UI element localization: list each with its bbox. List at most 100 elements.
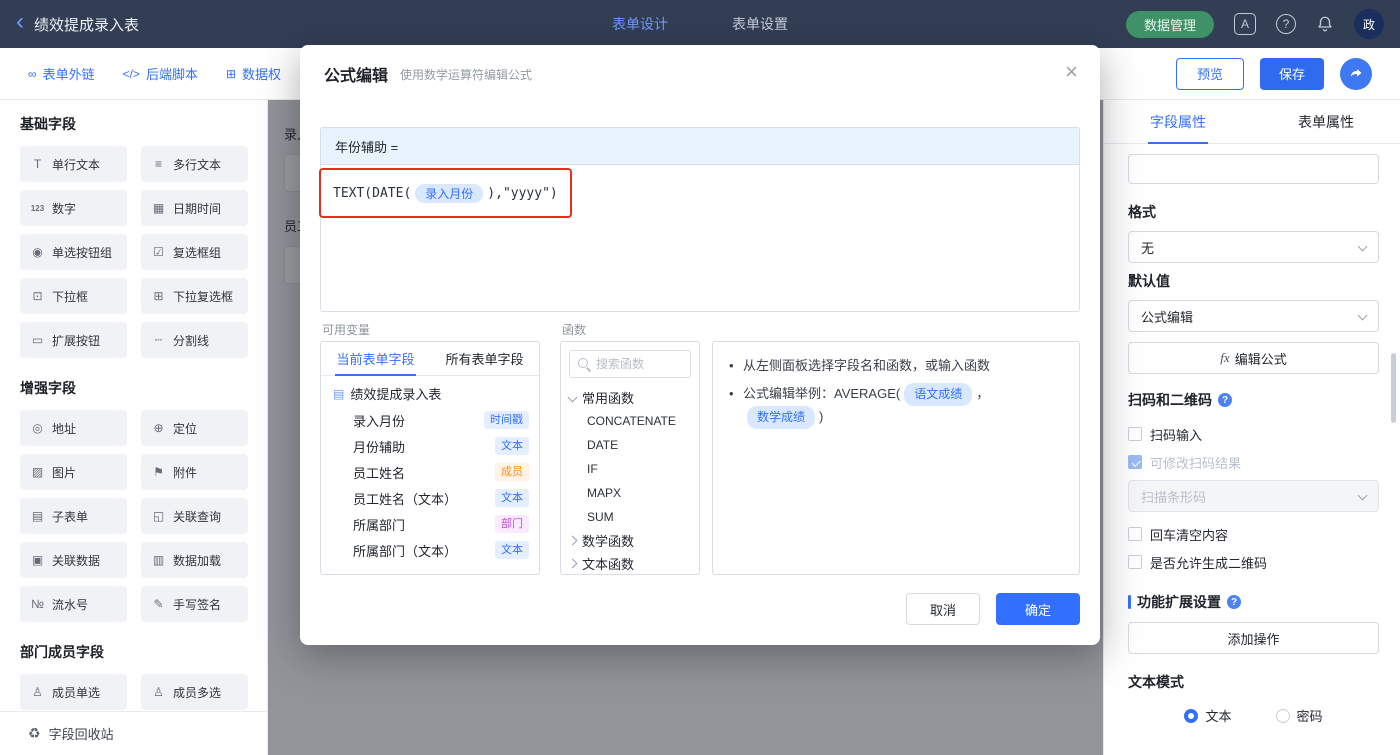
share-button[interactable] xyxy=(1340,58,1372,90)
toolbar-item-external-link[interactable]: ∞ 表单外链 xyxy=(28,64,95,83)
divider-icon: ┄ xyxy=(150,333,167,347)
function-item[interactable]: MAPX xyxy=(561,481,699,505)
field-button-attachment[interactable]: ⚑附件 xyxy=(141,454,248,490)
properties-panel: 字段属性 表单属性 格式 无 默认值 公式编辑 fx编辑公式 扫码和二维码? 扫… xyxy=(1103,100,1400,755)
variable-item[interactable]: 所属部门部门 xyxy=(321,511,539,537)
field-button-datetime[interactable]: ▦日期时间 xyxy=(141,190,248,226)
function-item[interactable]: IF xyxy=(561,457,699,481)
toolbar-item-data-permission[interactable]: ⊞ 数据权 xyxy=(226,64,281,83)
barcode-type-select[interactable]: 扫描条形码 xyxy=(1128,480,1379,512)
radio-password-mode[interactable]: 密码 xyxy=(1276,706,1323,725)
edit-formula-button[interactable]: fx编辑公式 xyxy=(1128,342,1379,374)
function-group-text[interactable]: 文本函数 xyxy=(561,552,699,575)
field-title-input[interactable] xyxy=(1128,154,1379,184)
question-icon[interactable]: ? xyxy=(1227,595,1241,609)
tab-form-design[interactable]: 表单设计 xyxy=(612,14,668,34)
function-group-math[interactable]: 数学函数 xyxy=(561,529,699,552)
member-single-icon: ♙ xyxy=(29,685,46,699)
subform-icon: ▤ xyxy=(29,509,46,523)
toolbar-item-backend-script[interactable]: </> 后端脚本 xyxy=(123,64,198,83)
field-button-multi-line-text[interactable]: ≡多行文本 xyxy=(141,146,248,182)
field-button-label: 多行文本 xyxy=(173,156,221,173)
help-example-prefix: 公式编辑举例：AVERAGE( xyxy=(743,386,900,401)
formula-input-area[interactable]: TEXT(DATE(录入月份),"yyyy") xyxy=(321,165,1079,312)
checkbox-scan-input[interactable]: 扫码输入 xyxy=(1128,420,1379,448)
tab-form-properties[interactable]: 表单属性 xyxy=(1252,100,1400,143)
tab-form-settings[interactable]: 表单设置 xyxy=(732,14,788,34)
checkbox-label: 可修改扫码结果 xyxy=(1150,453,1241,472)
field-button-extend-button[interactable]: ▭扩展按钮 xyxy=(20,322,127,358)
field-button-radio-group[interactable]: ◉单选按钮组 xyxy=(20,234,127,270)
add-action-button[interactable]: 添加操作 xyxy=(1128,622,1379,654)
field-button-location[interactable]: ⊕定位 xyxy=(141,410,248,446)
avatar[interactable]: 政 xyxy=(1354,9,1384,39)
field-button-serial-number[interactable]: №流水号 xyxy=(20,586,127,622)
field-button-dropdown[interactable]: ⊡下拉框 xyxy=(20,278,127,314)
help-icon[interactable]: ? xyxy=(1276,14,1296,34)
field-recycle-bin[interactable]: ♻ 字段回收站 xyxy=(0,711,267,755)
field-button-single-line-text[interactable]: T单行文本 xyxy=(20,146,127,182)
field-button-member-single[interactable]: ♙ 成员单选 xyxy=(20,674,127,710)
field-button-divider[interactable]: ┄分割线 xyxy=(141,322,248,358)
radio-text-mode[interactable]: 文本 xyxy=(1184,706,1231,725)
preview-button[interactable]: 预览 xyxy=(1176,58,1244,90)
search-input[interactable] xyxy=(596,357,683,371)
default-value-select[interactable]: 公式编辑 xyxy=(1128,300,1379,332)
scrollbar-thumb[interactable] xyxy=(1391,353,1396,423)
function-item[interactable]: SUM xyxy=(561,505,699,529)
save-button[interactable]: 保存 xyxy=(1260,58,1324,90)
annotation-highlight: TEXT(DATE(录入月份),"yyyy") xyxy=(319,168,572,218)
checkbox-modifiable-result[interactable]: 可修改扫码结果 xyxy=(1128,448,1379,476)
field-button-linked-query[interactable]: ◱关联查询 xyxy=(141,498,248,534)
field-button-multi-dropdown[interactable]: ⊞下拉复选框 xyxy=(141,278,248,314)
checkbox-icon xyxy=(1128,527,1142,541)
group-label: 数学函数 xyxy=(582,531,634,550)
tab-all-form-fields[interactable]: 所有表单字段 xyxy=(430,342,539,375)
chevron-down-icon xyxy=(1358,491,1368,501)
field-button-subform[interactable]: ▤子表单 xyxy=(20,498,127,534)
linked-query-icon: ◱ xyxy=(150,509,167,523)
close-icon[interactable]: × xyxy=(1065,61,1078,83)
field-type-tag: 时间戳 xyxy=(484,411,529,429)
checkbox-label: 扫码输入 xyxy=(1150,425,1202,444)
back-button[interactable]: ‹ xyxy=(16,12,24,32)
checkbox-group-icon: ☑ xyxy=(150,245,167,259)
cancel-button[interactable]: 取消 xyxy=(906,593,980,625)
field-button-checkbox-group[interactable]: ☑复选框组 xyxy=(141,234,248,270)
field-button-label: 图片 xyxy=(52,464,76,481)
section-title-basic-fields: 基础字段 xyxy=(20,114,247,134)
checkbox-allow-qr[interactable]: 是否允许生成二维码 xyxy=(1128,548,1379,576)
dropdown-icon: ⊡ xyxy=(29,289,46,303)
field-button-data-load[interactable]: ▥数据加载 xyxy=(141,542,248,578)
function-item[interactable]: DATE xyxy=(561,433,699,457)
function-group-common[interactable]: 常用函数 xyxy=(561,386,699,409)
field-button-number[interactable]: 123数字 xyxy=(20,190,127,226)
function-item[interactable]: CONCATENATE xyxy=(561,409,699,433)
variable-item[interactable]: 员工姓名成员 xyxy=(321,459,539,485)
checkbox-clear-on-enter[interactable]: 回车清空内容 xyxy=(1128,520,1379,548)
tab-field-properties[interactable]: 字段属性 xyxy=(1104,100,1252,143)
tab-current-form-fields[interactable]: 当前表单字段 xyxy=(321,342,430,375)
field-button-label: 成员单选 xyxy=(52,684,100,701)
data-manage-button[interactable]: 数据管理 xyxy=(1126,11,1214,38)
field-button-signature[interactable]: ✎手写签名 xyxy=(141,586,248,622)
function-search[interactable] xyxy=(569,350,691,378)
field-button-linked-data[interactable]: ▣关联数据 xyxy=(20,542,127,578)
recycle-icon: ♻ xyxy=(28,725,41,742)
variable-item[interactable]: 月份辅助文本 xyxy=(321,433,539,459)
field-button-address[interactable]: ◎地址 xyxy=(20,410,127,446)
form-tree-root[interactable]: ▤绩效提成录入表 xyxy=(321,380,539,407)
question-icon[interactable]: ? xyxy=(1218,393,1232,407)
field-button-image[interactable]: ▨图片 xyxy=(20,454,127,490)
functions-label: 函数 xyxy=(562,321,586,338)
help-panel: 从左侧面板选择字段名和函数，或输入函数 公式编辑举例：AVERAGE(语文成绩，… xyxy=(712,341,1080,575)
variable-name: 录入月份 xyxy=(353,411,405,430)
variable-item[interactable]: 员工姓名（文本）文本 xyxy=(321,485,539,511)
bell-icon[interactable] xyxy=(1316,15,1334,33)
language-icon[interactable]: A xyxy=(1234,13,1256,35)
field-button-member-multi[interactable]: ♙成员多选 xyxy=(141,674,248,710)
variable-item[interactable]: 录入月份 时间戳 xyxy=(321,407,539,433)
confirm-button[interactable]: 确定 xyxy=(996,593,1080,625)
format-select[interactable]: 无 xyxy=(1128,231,1379,263)
variable-item[interactable]: 所属部门（文本）文本 xyxy=(321,537,539,563)
